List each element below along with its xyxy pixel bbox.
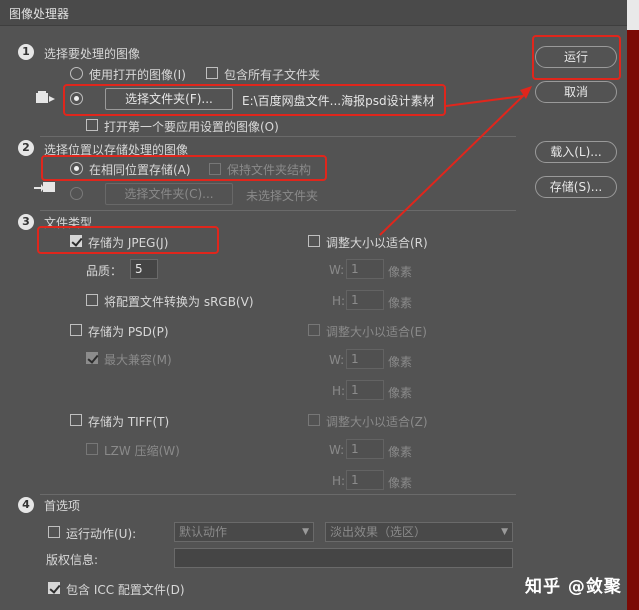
watermark: 知乎 @敛聚	[525, 577, 622, 597]
image-processor-dialog: 图像处理器 1 选择要处理的图像 使用打开的图像(I) 包含所有子文件夹 选择文…	[0, 0, 627, 610]
background-strip-top	[627, 0, 639, 30]
background-strip	[627, 0, 639, 610]
arrow-line	[445, 95, 524, 107]
arrow-line	[379, 93, 526, 236]
annotation-arrows	[379, 86, 532, 236]
